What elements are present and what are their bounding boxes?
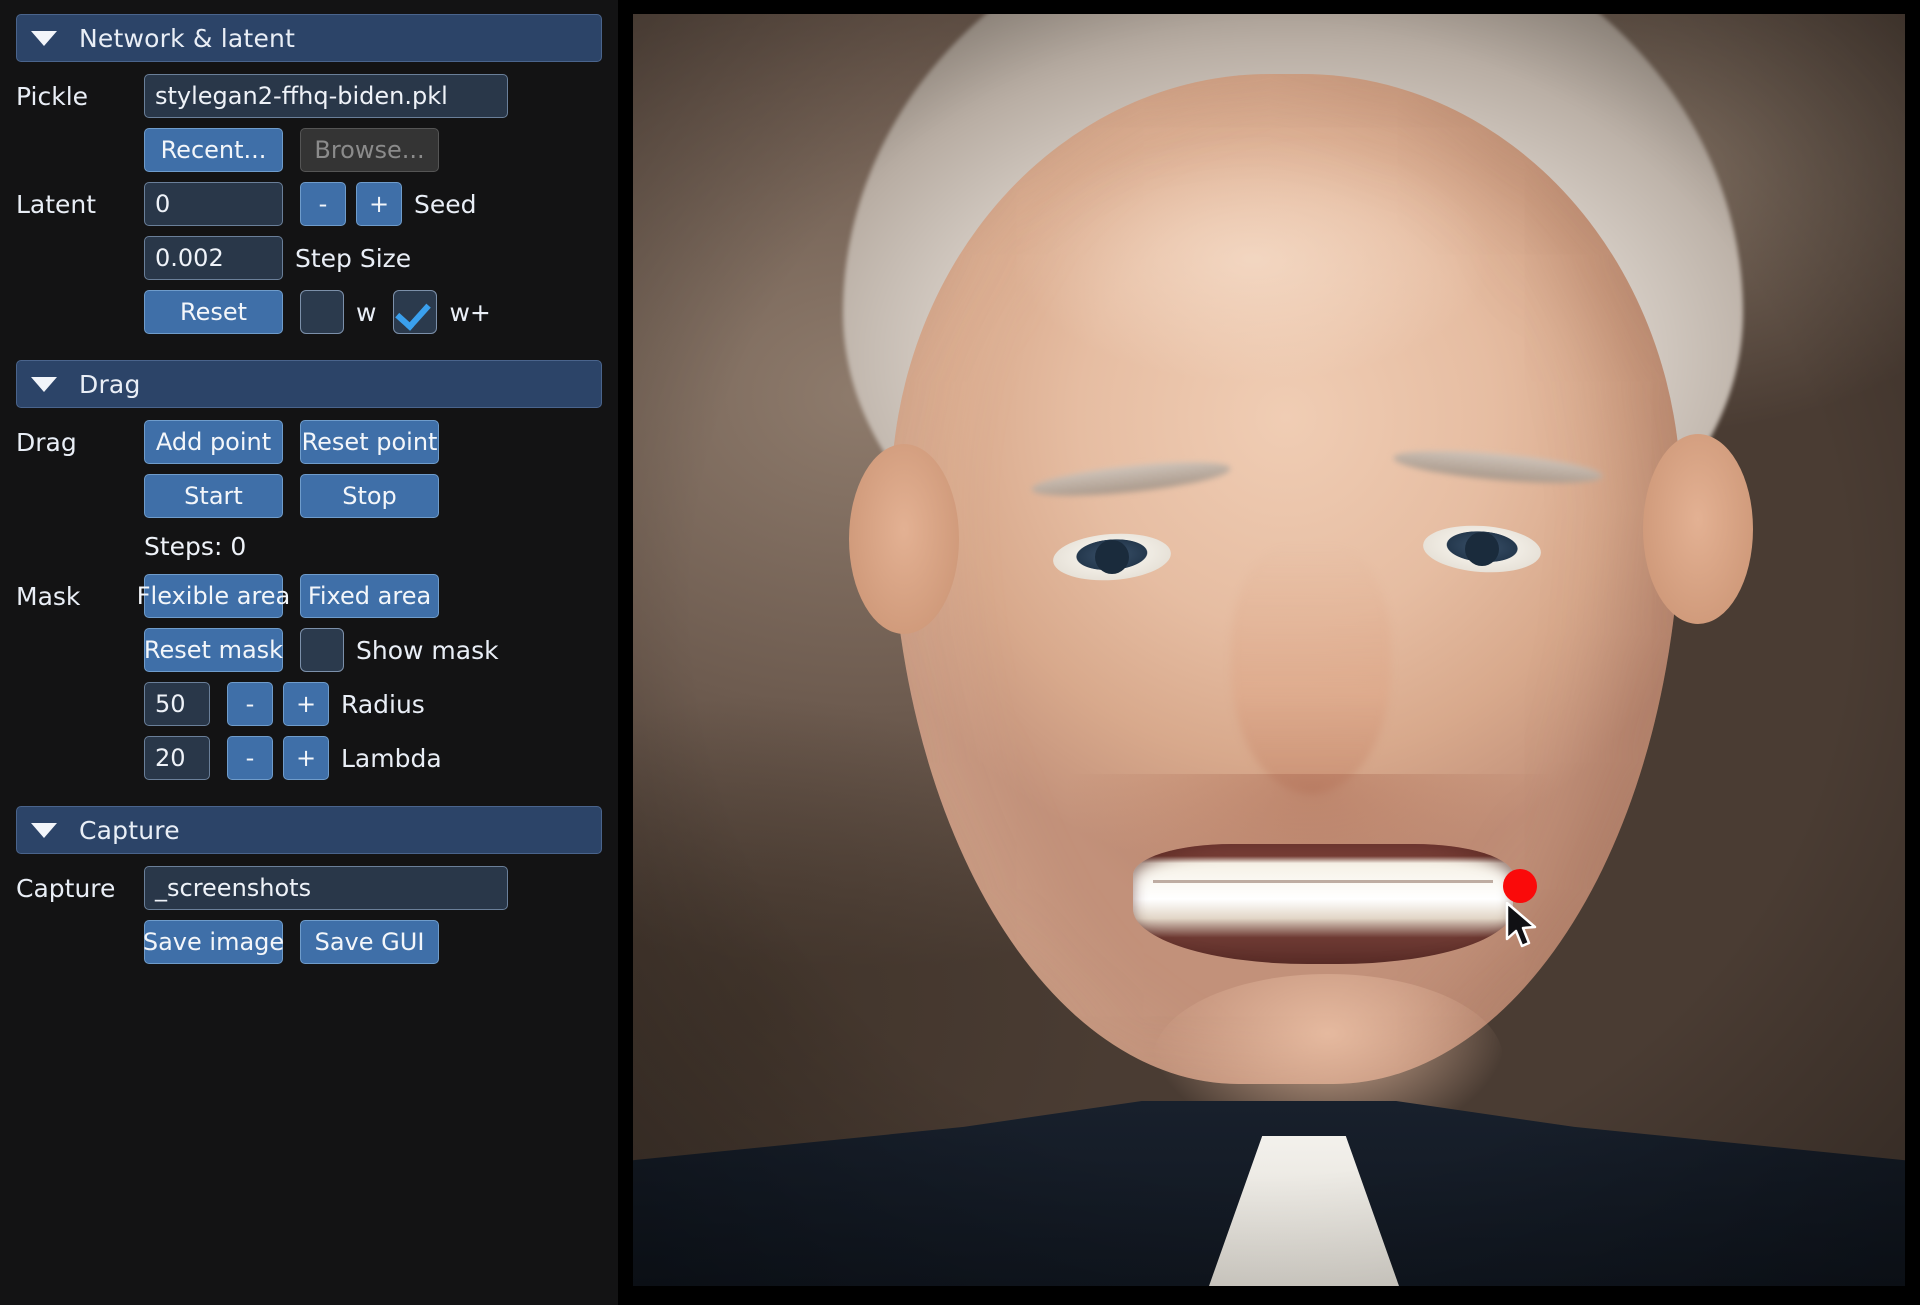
- recent-button[interactable]: Recent...: [144, 128, 283, 172]
- portrait-pupil-right: [1465, 532, 1499, 566]
- generated-portrait-image[interactable]: [633, 14, 1905, 1286]
- lambda-row: 20 - + Lambda: [16, 736, 602, 780]
- start-button[interactable]: Start: [144, 474, 283, 518]
- radius-increment-button[interactable]: +: [283, 682, 329, 726]
- pickle-row: Pickle stylegan2-ffhq-biden.pkl: [16, 74, 602, 118]
- mask-reset-row: Reset mask Show mask: [16, 628, 602, 672]
- seed-increment-button[interactable]: +: [356, 182, 402, 226]
- capture-buttons-row: Save image Save GUI: [16, 920, 602, 964]
- section-title-network-latent: Network & latent: [79, 23, 296, 53]
- portrait-teeth-line: [1153, 880, 1493, 883]
- step-size-label: Step Size: [295, 243, 412, 273]
- capture-label: Capture: [16, 873, 116, 903]
- triangle-down-icon[interactable]: [31, 822, 57, 838]
- wplus-label: w+: [449, 297, 491, 327]
- triangle-down-icon[interactable]: [31, 30, 57, 46]
- capture-path-row: Capture _screenshots: [16, 866, 602, 910]
- reset-point-button[interactable]: Reset point: [300, 420, 439, 464]
- flexible-area-button[interactable]: Flexible area: [137, 574, 290, 618]
- portrait-mouth: [1133, 844, 1513, 964]
- radius-input[interactable]: 50: [144, 682, 210, 726]
- lambda-increment-button[interactable]: +: [283, 736, 329, 780]
- step-size-row: 0.002 Step Size: [16, 236, 602, 280]
- lambda-input[interactable]: 20: [144, 736, 210, 780]
- steps-counter: Steps: 0: [144, 531, 247, 561]
- step-size-input[interactable]: 0.002: [144, 236, 283, 280]
- latent-seed-row: Latent 0 - + Seed: [16, 182, 602, 226]
- portrait-forehead-highlight: [1013, 134, 1493, 384]
- lambda-decrement-button[interactable]: -: [227, 736, 273, 780]
- portrait-ear-left: [849, 444, 959, 634]
- drag-points-row: Drag Add point Reset point: [16, 420, 602, 464]
- section-header-network-latent[interactable]: Network & latent: [16, 14, 602, 62]
- section-title-capture: Capture: [79, 815, 180, 845]
- seed-decrement-button[interactable]: -: [300, 182, 346, 226]
- arrow-cursor-icon: [1505, 902, 1537, 948]
- section-title-drag: Drag: [79, 369, 141, 399]
- drag-control-row: Start Stop: [16, 474, 602, 518]
- w-checkbox[interactable]: [300, 290, 344, 334]
- lambda-label: Lambda: [341, 743, 442, 773]
- show-mask-checkbox[interactable]: [300, 628, 344, 672]
- save-gui-button[interactable]: Save GUI: [300, 920, 439, 964]
- show-mask-label: Show mask: [356, 635, 499, 665]
- portrait-ear-right: [1643, 434, 1753, 624]
- portrait-pupil-left: [1095, 540, 1129, 574]
- w-label: w: [356, 297, 377, 327]
- drag-handle-point[interactable]: [1503, 869, 1537, 903]
- section-header-capture[interactable]: Capture: [16, 806, 602, 854]
- radius-label: Radius: [341, 689, 425, 719]
- add-point-button[interactable]: Add point: [144, 420, 283, 464]
- capture-path-input[interactable]: _screenshots: [144, 866, 508, 910]
- pickle-input[interactable]: stylegan2-ffhq-biden.pkl: [144, 74, 508, 118]
- pickle-label: Pickle: [16, 81, 89, 111]
- steps-row: Steps: 0: [16, 528, 602, 564]
- seed-input[interactable]: 0: [144, 182, 283, 226]
- stop-button[interactable]: Stop: [300, 474, 439, 518]
- save-image-button[interactable]: Save image: [143, 920, 284, 964]
- reset-mask-button[interactable]: Reset mask: [144, 628, 283, 672]
- mask-area-row: Mask Flexible area Fixed area: [16, 574, 602, 618]
- radius-row: 50 - + Radius: [16, 682, 602, 726]
- image-viewport[interactable]: [618, 0, 1920, 1305]
- portrait-nose: [1231, 544, 1391, 794]
- latent-label: Latent: [16, 189, 97, 219]
- pickle-buttons-row: Recent... Browse...: [16, 128, 602, 172]
- mask-label: Mask: [16, 581, 81, 611]
- wplus-checkbox[interactable]: [393, 290, 438, 334]
- draggan-app-window: Network & latent Pickle stylegan2-ffhq-b…: [0, 0, 1920, 1305]
- control-panel: Network & latent Pickle stylegan2-ffhq-b…: [0, 0, 618, 1305]
- radius-decrement-button[interactable]: -: [227, 682, 273, 726]
- browse-button[interactable]: Browse...: [300, 128, 439, 172]
- reset-latent-row: Reset w w+: [16, 290, 602, 334]
- reset-latent-button[interactable]: Reset: [144, 290, 283, 334]
- seed-label: Seed: [414, 189, 477, 219]
- section-header-drag[interactable]: Drag: [16, 360, 602, 408]
- triangle-down-icon[interactable]: [31, 376, 57, 392]
- drag-label: Drag: [16, 427, 77, 457]
- fixed-area-button[interactable]: Fixed area: [300, 574, 439, 618]
